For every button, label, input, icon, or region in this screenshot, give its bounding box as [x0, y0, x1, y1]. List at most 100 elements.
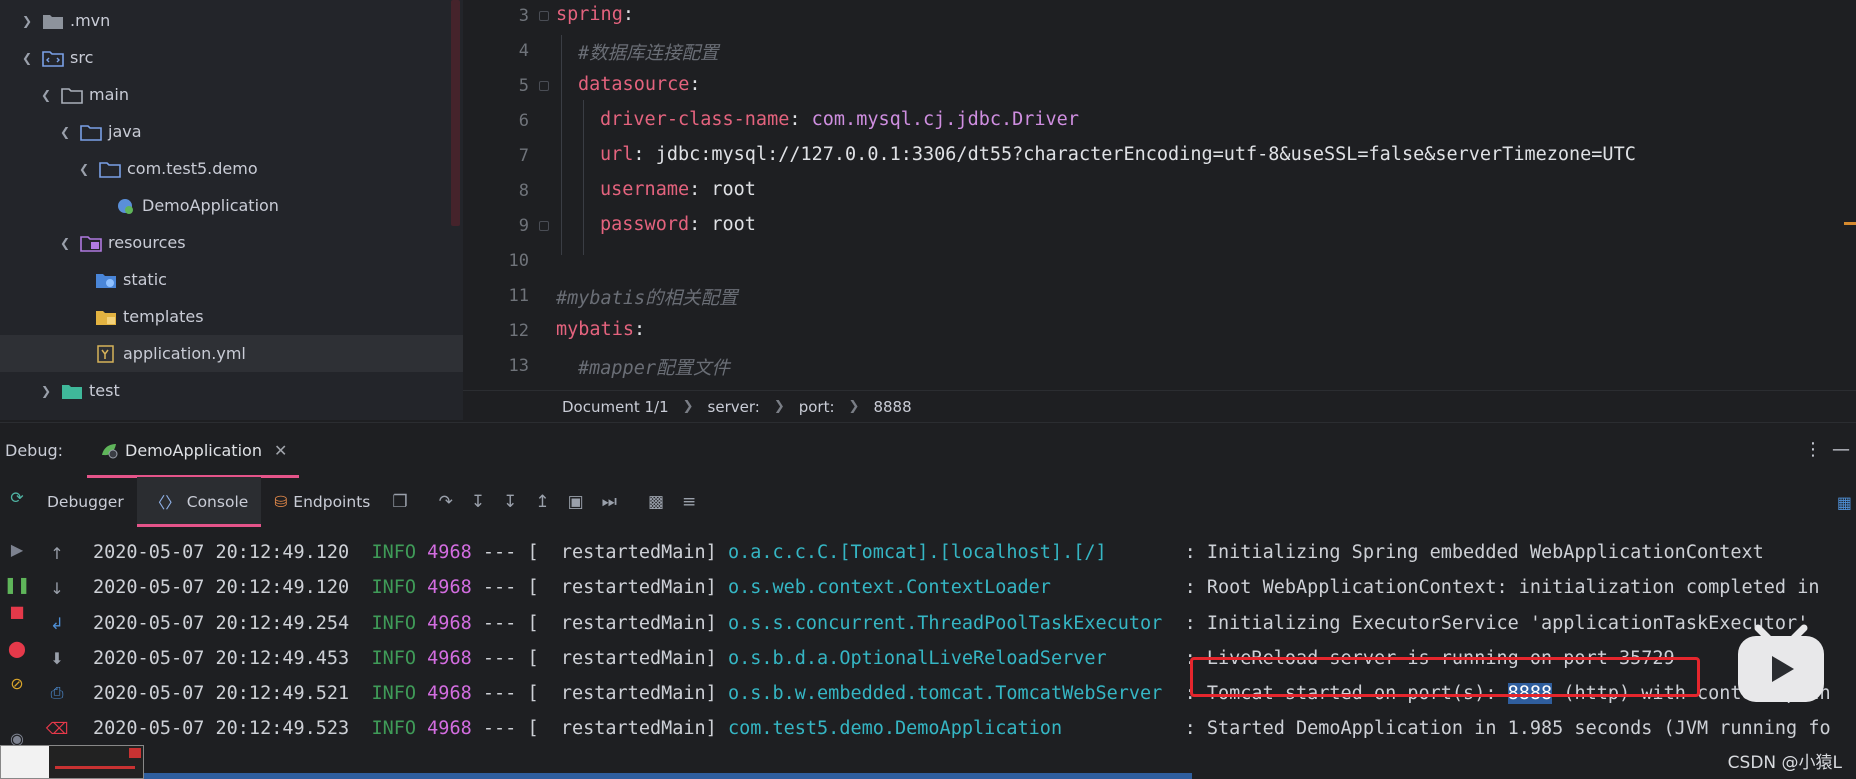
step-into-icon[interactable]: ↧: [471, 492, 485, 512]
video-play-icon[interactable]: [1736, 622, 1826, 704]
tree-item-application-yml[interactable]: application.yml: [0, 335, 463, 372]
line-number: 6: [518, 111, 529, 131]
soft-wrap-icon[interactable]: ↲: [46, 612, 68, 634]
scroll-marker: [1844, 222, 1856, 225]
watermark: CSDN @小猿L: [1727, 753, 1842, 773]
tree-item-package[interactable]: ❮ com.test5.demo: [0, 150, 463, 187]
line-number: 9: [518, 216, 529, 236]
code-line: #mybatis的相关配置: [556, 288, 738, 309]
rerun-icon[interactable]: ⟳: [6, 486, 28, 508]
resources-folder-icon: [80, 235, 102, 252]
trace-icon[interactable]: ≡: [682, 492, 696, 512]
tree-item-src[interactable]: ❮ src: [0, 39, 463, 76]
log-line: 2020-05-07 20:12:49.254 INFO 4968 --- [ …: [93, 613, 1809, 634]
annotation-highlight-box: [1190, 657, 1700, 697]
view-breakpoints-icon[interactable]: ⬤: [6, 637, 28, 659]
debug-label: Debug:: [5, 440, 64, 460]
print-icon[interactable]: ⎙: [46, 682, 68, 704]
source-root-icon: [80, 124, 102, 141]
more-options-icon[interactable]: ⋮: [1804, 439, 1822, 460]
mute-breakpoints-icon[interactable]: ⊘: [6, 672, 28, 694]
code-line: datasource:: [578, 74, 701, 95]
debug-tab-label: DemoApplication: [125, 440, 262, 460]
chevron-right-icon: ❯: [848, 399, 860, 414]
close-icon[interactable]: ✕: [274, 441, 287, 460]
down-arrow-icon[interactable]: ↓: [46, 577, 68, 599]
log-line: 2020-05-07 20:12:49.120 INFO 4968 --- [ …: [93, 542, 1764, 563]
chevron-down-icon[interactable]: ❮: [18, 49, 36, 67]
chevron-down-icon[interactable]: ❮: [56, 123, 74, 141]
console-icon: 〈〉: [149, 494, 181, 512]
code-line: #数据库连接配置: [578, 43, 719, 64]
code-line: spring:: [556, 4, 634, 25]
line-number: 7: [518, 146, 529, 166]
chevron-down-icon[interactable]: ❮: [75, 160, 93, 178]
code-line: #mapper配置文件: [578, 358, 730, 379]
line-number: 3: [518, 6, 529, 26]
tree-item-templates[interactable]: templates: [0, 298, 463, 335]
tree-item-resources[interactable]: ❮ resources: [0, 224, 463, 261]
yaml-file-icon: [97, 344, 114, 363]
tab-debugger[interactable]: Debugger: [34, 477, 137, 527]
fold-marker-icon[interactable]: [539, 221, 549, 231]
debug-tabs: Debugger 〈〉 Console ⛁ Endpoints ❐ ↷ ↧ ↧ …: [34, 477, 1856, 527]
fold-marker-icon[interactable]: [539, 11, 549, 21]
breadcrumb: Document 1/1 ❯ server: ❯ port: ❯ 8888: [463, 390, 1856, 422]
breadcrumb-server[interactable]: server:: [708, 398, 760, 416]
progress-strip: [144, 773, 1192, 779]
tree-item-java[interactable]: ❮ java: [0, 113, 463, 150]
chevron-right-icon: ❯: [773, 399, 785, 414]
templates-folder-icon: [96, 310, 116, 325]
line-number: 8: [518, 181, 529, 201]
step-out-icon[interactable]: ↥: [535, 492, 549, 512]
tab-console[interactable]: 〈〉 Console: [136, 477, 262, 527]
package-icon: [99, 161, 121, 178]
breadcrumb-value[interactable]: 8888: [873, 398, 911, 416]
stop-icon[interactable]: ■: [6, 600, 28, 622]
scroll-to-end-icon[interactable]: ⬇: [46, 647, 68, 669]
run-to-cursor-icon[interactable]: ⏭: [602, 492, 617, 512]
drop-frame-icon[interactable]: ▣: [568, 492, 584, 512]
chevron-right-icon[interactable]: ❯: [18, 12, 36, 30]
thumbnail-preview: [0, 745, 144, 779]
force-step-into-icon[interactable]: ↧: [503, 492, 517, 512]
console-side-toolbar: ↑ ↓ ↲ ⬇ ⎙ ⌫: [40, 530, 70, 750]
folder-icon: [43, 14, 63, 29]
spring-boot-class-icon: [118, 198, 133, 214]
minimize-icon[interactable]: —: [1832, 439, 1850, 460]
line-number: 4: [518, 41, 529, 61]
tree-item-static[interactable]: static: [0, 261, 463, 298]
tree-item-test[interactable]: ❯ test: [0, 372, 463, 409]
line-number: 13: [508, 356, 529, 376]
breadcrumb-document[interactable]: Document 1/1: [562, 398, 669, 416]
resume-icon[interactable]: ▶: [6, 538, 28, 560]
up-arrow-icon[interactable]: ↑: [46, 542, 68, 564]
line-number: 12: [508, 321, 529, 341]
project-tree: ❯ .mvn ❮ src ❮ main ❮ java ❮ com.test5.d…: [0, 0, 463, 420]
tree-item-main[interactable]: ❮ main: [0, 76, 463, 113]
tab-endpoints[interactable]: ⛁ Endpoints: [261, 477, 383, 527]
chevron-down-icon[interactable]: ❮: [56, 234, 74, 252]
clear-console-icon[interactable]: ⌫: [46, 717, 69, 739]
layout-settings-icon[interactable]: ▦: [1837, 493, 1852, 512]
code-line: driver-class-name: com.mysql.cj.jdbc.Dri…: [600, 109, 1079, 130]
pause-icon[interactable]: ❚❚: [4, 573, 31, 595]
tree-item-mvn[interactable]: ❯ .mvn: [0, 2, 463, 39]
restore-layout-icon[interactable]: ❐: [392, 492, 407, 512]
fold-marker-icon[interactable]: [539, 81, 549, 91]
code-line: url: jdbc:mysql://127.0.0.1:3306/dt55?ch…: [600, 144, 1636, 165]
chevron-down-icon[interactable]: ❮: [37, 86, 55, 104]
thumbnail-image: [1, 746, 143, 778]
debug-session-tab[interactable]: DemoApplication ✕: [87, 423, 300, 478]
evaluate-icon[interactable]: ▩: [648, 492, 664, 512]
debug-tool-window-header: Debug: DemoApplication ✕ ⋮ —: [0, 422, 1856, 478]
chevron-right-icon[interactable]: ❯: [37, 382, 55, 400]
step-over-icon[interactable]: ↷: [439, 492, 453, 512]
spring-boot-run-icon: [102, 444, 118, 459]
log-line: 2020-05-07 20:12:49.523 INFO 4968 --- [ …: [93, 718, 1831, 739]
breadcrumb-port[interactable]: port:: [799, 398, 835, 416]
console-output[interactable]: 2020-05-07 20:12:49.120 INFO 4968 --- [ …: [80, 527, 1856, 773]
endpoints-icon: ⛁: [274, 493, 288, 511]
tree-item-demoapplication[interactable]: DemoApplication: [0, 187, 463, 224]
code-editor[interactable]: 3 4 5 6 7 8 9 10 11 12 13 spring: #数据库连接…: [463, 0, 1856, 390]
